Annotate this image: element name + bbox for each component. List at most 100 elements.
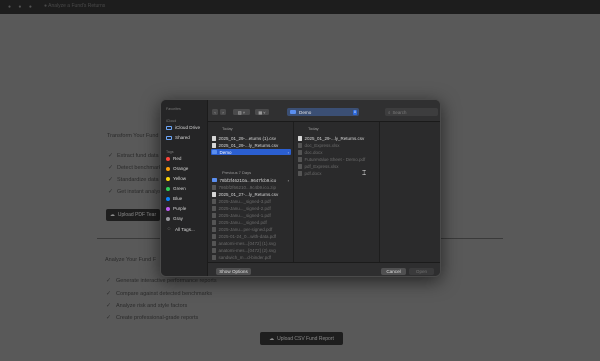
section2-title: Analyze Your Fund F [105,257,157,263]
browser-column-3 [380,122,440,262]
upload-icon: ☁ [269,335,275,342]
columns-view-icon: ▥ ˅ [237,109,246,115]
sidebar-tag-green[interactable]: Green [166,186,186,191]
sidebar-tag-red[interactable]: Red [166,156,181,161]
section1-item: Extract fund data [117,153,159,159]
chevron-left-icon: ‹ [214,109,216,115]
check-icon: ✓ [108,189,114,195]
file-row[interactable]: 2025_01_29-...eturns (1).csv [211,135,291,141]
file-icon [212,247,216,253]
file-icon [298,163,302,169]
tag-dot-icon [166,156,170,161]
open-button[interactable]: Open [409,268,434,275]
window-controls[interactable]: ● ● ● [8,4,35,10]
tag-dot-icon [166,186,170,191]
check-icon: ✓ [106,303,112,309]
file-row[interactable]: 2025-Janu..._signed.pdf [211,219,291,225]
chevron-right-icon: › [287,149,289,155]
section2-item: Compare against detected benchmarks [116,291,212,297]
tag-dot-icon [166,166,170,171]
file-icon [212,254,216,260]
show-options-button[interactable]: Show Options [216,268,251,275]
upload-icon: ☁ [109,212,115,218]
section2-item: Analyze risk and style factors [116,303,188,309]
file-icon [298,135,302,141]
file-icon [298,142,302,148]
location-popup[interactable]: Demo ⇕ [287,108,359,116]
folder-icon [212,150,217,155]
sidebar-header-favorites: Favorites [166,107,181,111]
section1-title: Transform Your Fund [107,133,159,139]
file-icon [212,184,216,190]
file-icon [212,142,216,148]
tab-title[interactable]: ● Analyze a Fund's Returns [44,3,105,9]
file-row[interactable]: doc_Express.xlsx [297,142,377,148]
search-field[interactable]: ⌕ Search [385,108,438,116]
browser-column-1: Today 2025_01_29-...eturns (1).csv 2025_… [208,122,294,262]
folder-row-selected[interactable]: Demo › [211,149,291,156]
file-row[interactable]: FutureValue Sheet - Demo.pdf [297,156,377,162]
forward-button[interactable]: › [220,109,226,115]
folder-row[interactable]: 78bf2f46210a...9647fcb9.ico › [211,177,291,183]
chevron-right-icon: › [287,177,289,183]
cloud-icon [166,125,172,130]
file-icon [212,212,216,218]
browser-column-2: Today 2025_01_29-...ly_Returns.csv doc_E… [294,122,380,262]
sidebar-tag-blue[interactable]: Blue [166,196,182,201]
section2-item: Create professional-grade reports [116,315,199,321]
file-row[interactable]: doc.docx [297,149,377,155]
sidebar-tag-purple[interactable]: Purple [166,206,186,211]
tag-dot-icon [166,216,170,221]
file-row[interactable]: anatomi-mes...[0472] (1).svg [211,240,291,246]
upload-csv-button[interactable]: ☁ Upload CSV Fund Report [260,332,343,345]
sidebar-item-shared[interactable]: Shared [166,135,190,140]
dialog-sidebar: Favorites iCloud iCloud Drive Shared Tag… [161,100,208,276]
file-open-dialog: Favorites iCloud iCloud Drive Shared Tag… [160,99,441,277]
file-icon [298,156,302,162]
file-icon [212,198,216,204]
chevron-right-icon: › [222,109,224,115]
column-header-today: Today [222,126,233,131]
sidebar-tag-orange[interactable]: Orange [166,166,188,171]
file-row[interactable]: 2025-Janu...per-signed.pdf [211,226,291,232]
file-row[interactable]: anatomi-mes...[0472] (2).svg [211,247,291,253]
file-row[interactable]: 786bf2f66210...9c4b9.ico.zip [211,184,291,190]
file-icon [212,135,216,141]
check-icon: ✓ [106,278,112,284]
column-header-today: Today [308,126,319,131]
upload-pdf-button[interactable]: ☁ Upload PDF Tear [106,209,160,221]
sidebar-tag-yellow[interactable]: Yellow [166,176,186,181]
tag-dot-icon [166,196,170,201]
column-header-previous-7-days: Previous 7 Days [222,170,252,175]
file-row[interactable]: 2025-Janu..._signed-2.pdf [211,205,291,211]
file-icon [298,149,302,155]
search-icon: ⌕ [388,109,391,115]
file-row[interactable]: 2025-01-24_0...with-data.pdf [211,233,291,239]
tags-icon: ◌ [167,226,171,232]
file-row[interactable]: 2025_01_27-...ly_Returns.csv [211,191,291,197]
back-button[interactable]: ‹ [212,109,218,115]
file-row[interactable]: 2025_01_29-...ly_Returns.csv [211,142,291,148]
group-mode-button[interactable]: ▦ ˅ [255,109,269,115]
sidebar-header-tags: Tags [166,150,174,154]
tag-dot-icon [166,206,170,211]
file-row[interactable]: sandwich_m...d-binder.pdf [211,254,291,260]
sidebar-all-tags[interactable]: ◌ All Tags... [166,226,195,232]
file-row[interactable]: 2025_01_29-...ly_Returns.csv [297,135,377,141]
view-mode-button[interactable]: ▥ ˅ [233,109,250,115]
section2-item: Generate interactive performance reports [116,278,217,284]
section1-item: Get instant analysis [117,189,165,195]
file-row[interactable]: pdf_Express.xlsx [297,163,377,169]
sidebar-tag-gray[interactable]: Gray [166,216,183,221]
file-row[interactable]: 2025-Janu..._signed-3.pdf [211,198,291,204]
section1-item: Detect benchmarks [117,165,165,171]
file-icon [212,191,216,197]
check-icon: ✓ [108,177,114,183]
browser-top-bar: ● ● ● ● Analyze a Fund's Returns [0,0,600,14]
section1-item: Standardize data [117,177,159,183]
cancel-button[interactable]: Cancel [381,268,406,275]
sidebar-item-icloud-drive[interactable]: iCloud Drive [166,125,200,130]
file-row[interactable]: 2025-Janu..._signed-1.pdf [211,212,291,218]
file-icon [212,226,216,232]
dialog-toolbar: ‹ › ▥ ˅ ▦ ˅ Demo ⇕ ⌕ Search [208,100,440,122]
